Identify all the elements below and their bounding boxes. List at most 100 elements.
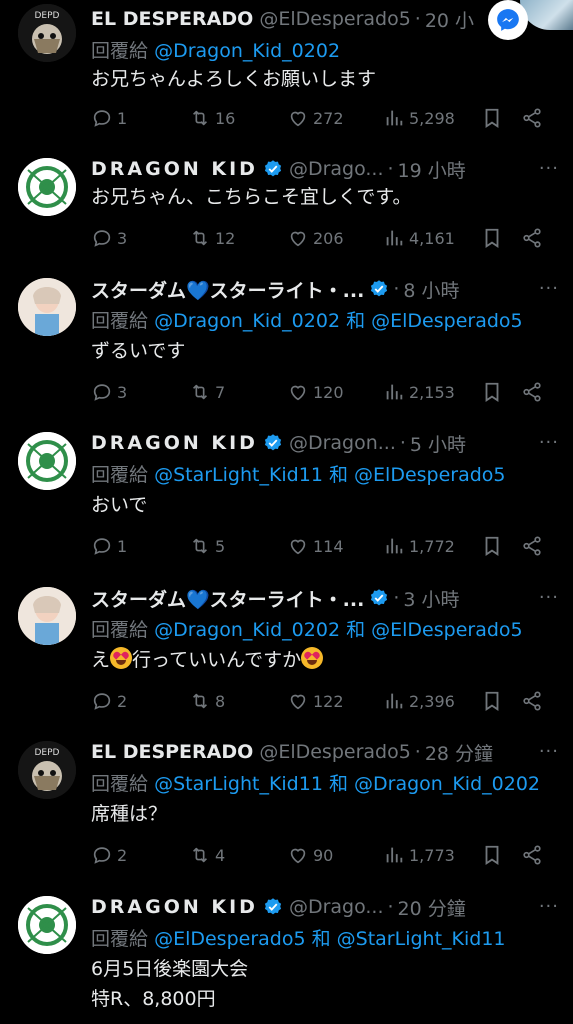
reply-context: 回覆給 @StarLight_Kid11 和 @ElDesperado5 bbox=[91, 460, 567, 487]
author-name[interactable]: EL DESPERADO bbox=[91, 8, 253, 30]
author-name[interactable]: スターダム💙スターライト・... bbox=[91, 585, 364, 612]
timestamp[interactable]: 5 小時 bbox=[410, 430, 466, 457]
like-icon bbox=[287, 381, 309, 403]
timestamp[interactable]: 20 小 bbox=[425, 6, 474, 33]
like-button[interactable]: 114 bbox=[287, 535, 344, 557]
views-button[interactable]: 2,153 bbox=[383, 381, 455, 403]
retweet-button[interactable]: 12 bbox=[189, 227, 235, 249]
author-handle[interactable]: @ElDesperado5 bbox=[259, 8, 410, 30]
avatar[interactable]: DEPD bbox=[18, 741, 76, 799]
timestamp[interactable]: 8 小時 bbox=[403, 276, 459, 303]
mention-link[interactable]: @Dragon_Kid_0202 bbox=[354, 773, 540, 795]
avatar[interactable] bbox=[18, 587, 76, 645]
author-name[interactable]: DRAGON KID bbox=[91, 896, 258, 918]
reply-button[interactable]: 3 bbox=[91, 227, 127, 249]
bookmark-button[interactable] bbox=[481, 381, 507, 403]
share-button[interactable] bbox=[521, 381, 547, 403]
retweet-button[interactable]: 4 bbox=[189, 844, 225, 866]
like-icon bbox=[287, 690, 309, 712]
share-button[interactable] bbox=[521, 227, 547, 249]
author-handle[interactable]: @Drago... bbox=[289, 158, 384, 180]
separator: · bbox=[414, 8, 421, 30]
mention-link[interactable]: @StarLight_Kid11 bbox=[337, 928, 506, 950]
more-icon[interactable]: ··· bbox=[539, 432, 559, 453]
verified-icon bbox=[369, 588, 389, 608]
timestamp[interactable]: 3 小時 bbox=[403, 585, 459, 612]
avatar[interactable] bbox=[18, 432, 76, 490]
more-icon[interactable]: ··· bbox=[539, 158, 559, 179]
views-button[interactable]: 5,298 bbox=[383, 107, 455, 129]
tweet-text-line: お兄ちゃん、こちらこそ宜しくです。 bbox=[91, 186, 412, 208]
timestamp[interactable]: 19 小時 bbox=[398, 156, 466, 183]
avatar[interactable] bbox=[18, 158, 76, 216]
tweet-text: 席種は？ bbox=[91, 799, 563, 829]
author-name[interactable]: DRAGON KID bbox=[91, 158, 258, 180]
share-button[interactable] bbox=[521, 107, 547, 129]
separator: · bbox=[393, 587, 400, 609]
more-icon[interactable]: ··· bbox=[539, 278, 559, 299]
author-name[interactable]: DRAGON KID bbox=[91, 432, 258, 454]
author-handle[interactable]: @Dragon... bbox=[289, 432, 396, 454]
share-button[interactable] bbox=[521, 535, 547, 557]
avatar[interactable] bbox=[18, 278, 76, 336]
retweet-button[interactable]: 16 bbox=[189, 107, 235, 129]
views-button[interactable]: 4,161 bbox=[383, 227, 455, 249]
bookmark-button[interactable] bbox=[481, 690, 507, 712]
reply-icon bbox=[91, 381, 113, 403]
tweet-text-line: おいで bbox=[91, 494, 148, 516]
mention-link[interactable]: @Dragon_Kid_0202 bbox=[154, 619, 340, 641]
bookmark-button[interactable] bbox=[481, 844, 507, 866]
avatar[interactable]: DEPD bbox=[18, 4, 76, 62]
mention-link[interactable]: @StarLight_Kid11 bbox=[154, 464, 323, 486]
action-bar: 2 8 122 2,396 bbox=[91, 688, 553, 714]
bookmark-button[interactable] bbox=[481, 535, 507, 557]
mention-link[interactable]: @StarLight_Kid11 bbox=[154, 773, 323, 795]
tweet-text-line: ずるいです bbox=[91, 340, 186, 362]
author-handle[interactable]: @ElDesperado5 bbox=[259, 741, 410, 763]
timestamp[interactable]: 28 分鐘 bbox=[425, 739, 493, 766]
reply-button[interactable]: 3 bbox=[91, 381, 127, 403]
reply-context: 回覆給 @Dragon_Kid_0202 bbox=[91, 36, 567, 63]
author-handle[interactable]: @Drago... bbox=[289, 896, 384, 918]
reply-prefix: 回覆給 bbox=[91, 619, 149, 641]
more-icon[interactable]: ··· bbox=[539, 587, 559, 608]
reply-button[interactable]: 1 bbox=[91, 107, 127, 129]
bookmark-button[interactable] bbox=[481, 227, 507, 249]
retweet-icon bbox=[189, 381, 211, 403]
more-icon[interactable]: ··· bbox=[539, 896, 559, 917]
mention-link[interactable]: @ElDesperado5 bbox=[154, 928, 305, 950]
avatar[interactable] bbox=[18, 896, 76, 954]
more-icon[interactable]: ··· bbox=[539, 741, 559, 762]
action-bar: 2 4 90 1,773 bbox=[91, 842, 553, 868]
like-button[interactable]: 272 bbox=[287, 107, 344, 129]
share-button[interactable] bbox=[521, 690, 547, 712]
like-button[interactable]: 206 bbox=[287, 227, 344, 249]
messenger-icon[interactable] bbox=[488, 0, 528, 40]
mention-link[interactable]: @Dragon_Kid_0202 bbox=[154, 40, 340, 62]
reply-count: 1 bbox=[117, 536, 128, 556]
timestamp[interactable]: 20 分鐘 bbox=[398, 894, 466, 921]
share-button[interactable] bbox=[521, 844, 547, 866]
views-button[interactable]: 1,773 bbox=[383, 844, 455, 866]
author-name[interactable]: EL DESPERADO bbox=[91, 741, 253, 763]
reply-button[interactable]: 1 bbox=[91, 535, 127, 557]
reply-button[interactable]: 2 bbox=[91, 844, 127, 866]
author-name[interactable]: スターダム💙スターライト・... bbox=[91, 276, 364, 303]
like-button[interactable]: 120 bbox=[287, 381, 344, 403]
reply-button[interactable]: 2 bbox=[91, 690, 127, 712]
mention-link[interactable]: @ElDesperado5 bbox=[354, 464, 505, 486]
mention-link[interactable]: @ElDesperado5 bbox=[371, 310, 522, 332]
retweet-button[interactable]: 8 bbox=[189, 690, 225, 712]
bookmark-button[interactable] bbox=[481, 107, 507, 129]
views-button[interactable]: 2,396 bbox=[383, 690, 455, 712]
retweet-count: 8 bbox=[215, 691, 226, 711]
reply-joiner: 和 bbox=[328, 464, 348, 486]
mention-link[interactable]: @Dragon_Kid_0202 bbox=[154, 310, 340, 332]
like-button[interactable]: 122 bbox=[287, 690, 344, 712]
retweet-button[interactable]: 5 bbox=[189, 535, 225, 557]
reply-context: 回覆給 @StarLight_Kid11 和 @Dragon_Kid_0202 bbox=[91, 769, 567, 796]
like-button[interactable]: 90 bbox=[287, 844, 333, 866]
mention-link[interactable]: @ElDesperado5 bbox=[371, 619, 522, 641]
retweet-button[interactable]: 7 bbox=[189, 381, 225, 403]
views-button[interactable]: 1,772 bbox=[383, 535, 455, 557]
